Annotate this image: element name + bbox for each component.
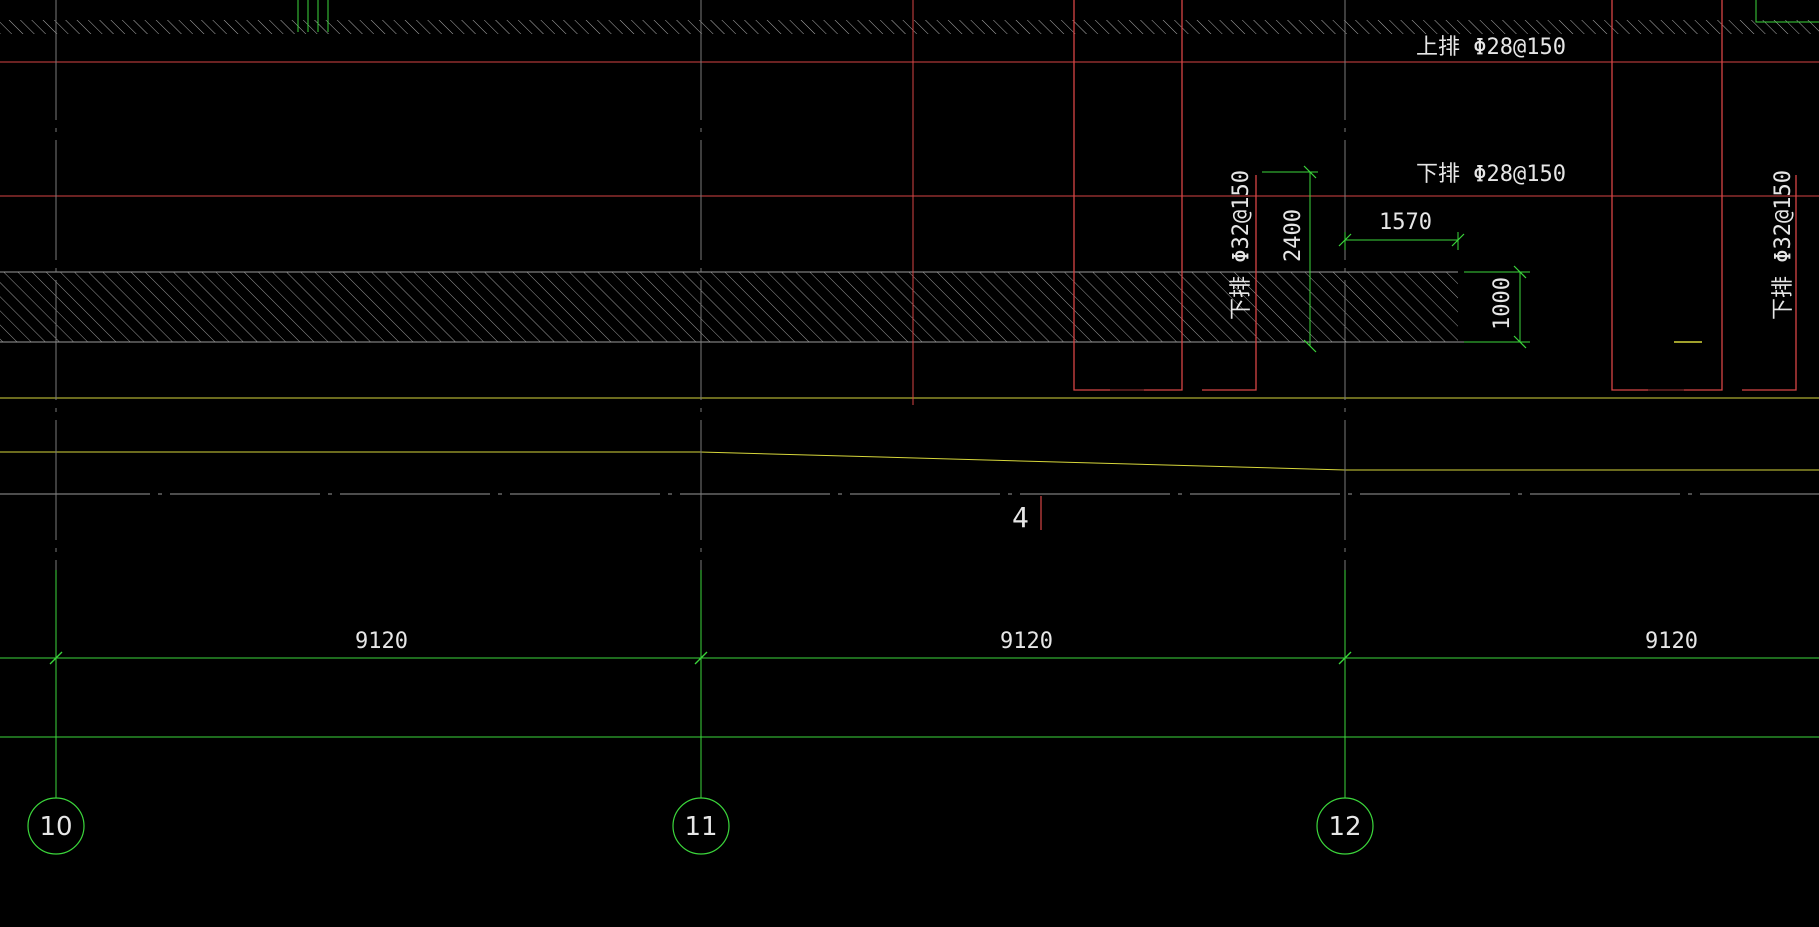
axis-bubble-11-label: 11 xyxy=(684,812,717,842)
axis-bubble-12-label: 12 xyxy=(1328,812,1361,842)
span-label-3: 9120 xyxy=(1645,629,1698,654)
dimension-1570-label: 1570 xyxy=(1379,210,1432,235)
dimension-1570: 1570 xyxy=(1338,210,1465,250)
yellow-line-sloped xyxy=(0,451,1819,471)
axis-bubble-11[interactable]: 11 xyxy=(672,797,730,855)
axis-bubble-10[interactable]: 10 xyxy=(27,797,85,855)
span-label-1: 9120 xyxy=(355,629,408,654)
axis-bubble-12[interactable]: 12 xyxy=(1316,797,1374,855)
rebar-label-vertical-left: 下排 Φ32@150 xyxy=(1229,170,1254,320)
span-label-2: 9120 xyxy=(1000,629,1053,654)
dimension-1000-label: 1000 xyxy=(1490,277,1515,330)
dimension-1000: 1000 xyxy=(1464,265,1530,349)
cad-drawing-svg[interactable]: 2400 1570 1000 上排 Φ28@150 下排 Φ28@150 下排 … xyxy=(0,0,1819,927)
red-column-right-b xyxy=(1684,0,1723,391)
dimension-2400-label: 2400 xyxy=(1281,209,1306,262)
rebar-label-bottom: 下排 Φ28@150 xyxy=(1416,162,1566,187)
rebar-label-top: 上排 Φ28@150 xyxy=(1416,35,1566,60)
red-column-right xyxy=(1611,0,1648,391)
section-mark-label: 4 xyxy=(1012,501,1029,534)
axis-bubble-10-label: 10 xyxy=(39,812,72,842)
rebar-label-vertical-right: 下排 Φ32@150 xyxy=(1771,170,1796,320)
green-corner-top-right xyxy=(1755,0,1819,23)
top-hatch-strip xyxy=(0,20,1819,34)
cad-drawing-canvas[interactable]: 2400 1570 1000 上排 Φ28@150 下排 Φ28@150 下排 … xyxy=(0,0,1819,927)
